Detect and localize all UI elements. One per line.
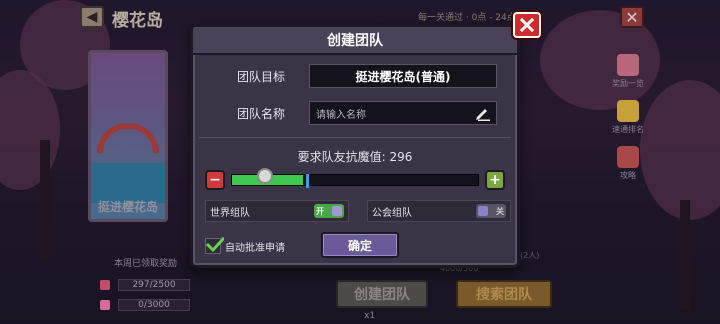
back-button[interactable]: ◀ — [80, 6, 104, 28]
resistance-slider: − + — [205, 170, 505, 190]
bottom-count: x1 — [364, 311, 375, 321]
guild-team-row: 公会组队 关 — [367, 200, 511, 222]
resource-value: 297/2500 — [118, 279, 190, 291]
guild-team-toggle[interactable]: 关 — [476, 204, 506, 218]
scene-close-button[interactable]: ✕ — [620, 6, 644, 28]
world-team-state: 开 — [316, 206, 324, 217]
side-icon-column: 奖励一览 速通排名 攻略 — [608, 54, 648, 192]
resistance-requirement-text: 要求队友抗魔值: 296 — [193, 148, 517, 165]
team-target-label: 团队目标 — [213, 68, 309, 85]
guild-team-label: 公会组队 — [372, 204, 412, 219]
auto-approve-label: 自动批准申请 — [225, 239, 285, 254]
auto-approve-checkbox[interactable] — [205, 238, 221, 254]
resource-row: 0/3000 — [100, 298, 190, 312]
close-icon — [520, 18, 534, 32]
decrease-button[interactable]: − — [205, 170, 225, 190]
team-name-label: 团队名称 — [213, 105, 309, 122]
side-icon-label: 奖励一览 — [612, 78, 644, 89]
close-icon: ✕ — [625, 8, 638, 27]
team-name-input[interactable]: 请输入名称 — [309, 101, 497, 125]
minus-icon: − — [209, 172, 221, 188]
scene-side-text: (2人) — [520, 250, 539, 261]
dungeon-card[interactable] — [88, 50, 168, 222]
checkmark-icon — [206, 237, 224, 253]
strategy-icon — [617, 146, 639, 168]
create-team-dialog: 创建团队 团队目标 挺进樱花岛(普通) 团队名称 请输入名称 要求队友抗魔值: … — [190, 24, 520, 268]
side-icon-label: 速通排名 — [612, 124, 644, 135]
card-art-water — [91, 163, 165, 203]
dialog-title: 创建团队 — [327, 30, 383, 50]
dialog-close-button[interactable] — [513, 12, 541, 38]
side-icon-label: 攻略 — [620, 170, 636, 181]
dungeon-card-label: 挺进樱花岛 — [88, 198, 168, 215]
team-target-value[interactable]: 挺进樱花岛(普通) — [309, 64, 497, 88]
reward-list-icon — [617, 54, 639, 76]
team-name-placeholder: 请输入名称 — [316, 106, 366, 121]
back-arrow-icon: ◀ — [87, 9, 98, 25]
toggle-knob — [332, 206, 342, 216]
side-speed-rank[interactable]: 速通排名 — [608, 100, 648, 140]
resource-row: 297/2500 — [100, 278, 190, 292]
auto-approve-row: 自动批准申请 — [205, 236, 285, 256]
side-reward-list[interactable]: 奖励一览 — [608, 54, 648, 94]
pencil-icon[interactable] — [474, 105, 492, 121]
resource-value: 0/3000 — [118, 299, 190, 311]
increase-button[interactable]: + — [485, 170, 505, 190]
search-team-button[interactable]: 搜索团队 — [456, 280, 552, 308]
world-team-row: 世界组队 开 — [205, 200, 349, 222]
team-name-row: 团队名称 请输入名称 — [213, 100, 497, 126]
resource-icon — [100, 300, 110, 310]
resource-icon — [100, 280, 110, 290]
world-team-label: 世界组队 — [210, 204, 250, 219]
confirm-button[interactable]: 确定 — [321, 232, 399, 258]
side-strategy[interactable]: 攻略 — [608, 146, 648, 186]
world-team-toggle[interactable]: 开 — [314, 204, 344, 218]
scene-title: 樱花岛 — [112, 6, 163, 31]
dialog-header: 创建团队 — [193, 27, 517, 55]
slider-marker — [306, 174, 309, 188]
team-target-row: 团队目标 挺进樱花岛(普通) — [213, 63, 497, 89]
create-team-button[interactable]: 创建团队 — [336, 280, 428, 308]
plus-icon: + — [489, 172, 501, 188]
weekly-reward-text: 本周已领取奖励 — [114, 256, 177, 269]
dialog-divider — [199, 137, 511, 138]
guild-team-state: 关 — [496, 206, 504, 217]
toggle-knob — [478, 206, 488, 216]
trophy-icon — [617, 100, 639, 122]
